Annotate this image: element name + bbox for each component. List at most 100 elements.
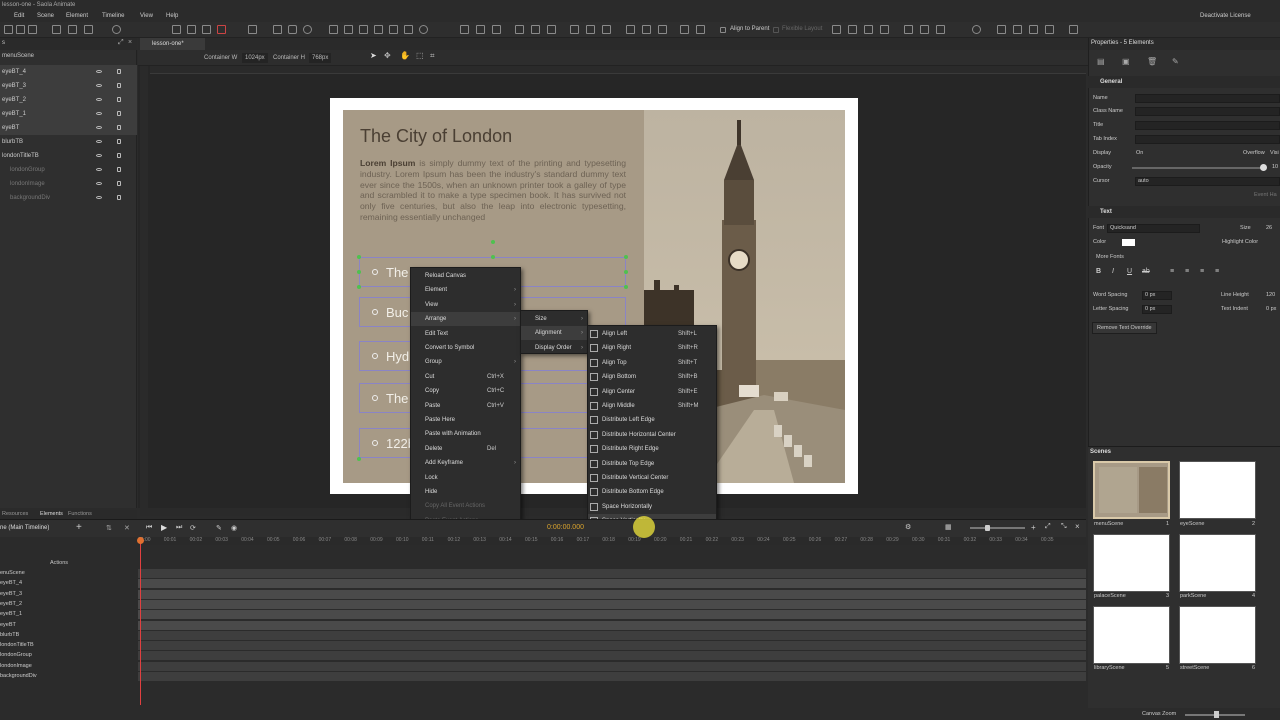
send-back-icon[interactable] — [880, 25, 889, 34]
layer-row[interactable]: eyeBT — [0, 121, 137, 135]
color-swatch[interactable] — [1122, 239, 1135, 246]
crop-tool-icon[interactable]: ⬚ — [416, 51, 424, 61]
timeline-row[interactable]: londonTitleTB — [0, 640, 1086, 651]
resize-handle[interactable] — [491, 255, 495, 259]
match-size-icon[interactable] — [696, 25, 705, 34]
align-to-parent-checkbox[interactable] — [720, 27, 726, 33]
tab-elements[interactable]: Elements — [40, 511, 63, 517]
line-height-input[interactable]: 120 — [1266, 292, 1275, 298]
class-name-input[interactable] — [1135, 107, 1280, 116]
close-icon[interactable]: × — [128, 39, 132, 46]
resize-handle[interactable] — [357, 457, 361, 461]
timeline-track[interactable] — [138, 630, 1086, 640]
text-align-right-icon[interactable]: ≡ — [1200, 268, 1204, 275]
menu-item[interactable]: Distribute Bottom Edge — [588, 485, 716, 499]
resize-handle[interactable] — [624, 285, 628, 289]
timeline-expand-icon[interactable]: ⤢ — [1045, 523, 1051, 531]
remove-text-override-button[interactable]: Remove Text Override — [1092, 322, 1157, 334]
opacity-slider[interactable] — [1132, 167, 1262, 169]
italic-button[interactable]: I — [1112, 268, 1114, 275]
visibility-eye-icon[interactable] — [96, 98, 102, 101]
menu-item[interactable]: Alignment › — [521, 326, 587, 341]
menu-item[interactable]: Size › — [521, 312, 587, 326]
menu-item[interactable]: Paste Ctrl+V — [411, 399, 520, 413]
open-icon[interactable] — [16, 25, 25, 34]
align-bottom-icon[interactable] — [547, 25, 556, 34]
transform-tool-icon[interactable]: ✥ — [384, 51, 391, 61]
layout-icon[interactable] — [1069, 25, 1078, 34]
align-center-icon[interactable] — [476, 25, 485, 34]
menu-item[interactable]: Align Left Shift+L — [588, 327, 716, 341]
group-icon[interactable] — [904, 25, 913, 34]
image-icon[interactable] — [344, 25, 353, 34]
font-select[interactable]: Quicksand — [1107, 224, 1200, 233]
pencil-icon[interactable]: ✎ — [216, 524, 222, 532]
lock-icon[interactable] — [936, 25, 945, 34]
menu-timeline[interactable]: Timeline — [102, 11, 124, 22]
tab-functions[interactable]: Functions — [68, 511, 92, 517]
timeline-zoom-knob[interactable] — [985, 525, 990, 531]
preview-icon[interactable] — [52, 25, 61, 34]
timeline-zoom-in[interactable]: + — [1031, 523, 1036, 532]
visibility-eye-icon[interactable] — [96, 168, 102, 171]
menu-item[interactable]: Align Bottom Shift+B — [588, 370, 716, 384]
distribute-v-icon[interactable] — [586, 25, 595, 34]
text-section[interactable]: Text — [1088, 206, 1280, 218]
playhead[interactable] — [140, 537, 141, 705]
space-h-icon[interactable] — [626, 25, 635, 34]
container-height-input[interactable]: 768px — [309, 53, 332, 63]
match-height-icon[interactable] — [680, 25, 689, 34]
select-icon[interactable] — [248, 25, 257, 34]
rotate-handle[interactable] — [491, 240, 495, 244]
zoom-icon[interactable] — [1013, 25, 1022, 34]
align-right-icon[interactable] — [492, 25, 501, 34]
scene-thumb-palaceScene[interactable] — [1093, 534, 1170, 592]
menu-item[interactable]: Copy Ctrl+C — [411, 384, 520, 398]
visibility-eye-icon[interactable] — [96, 112, 102, 115]
lock-icon[interactable] — [117, 125, 121, 130]
lock-icon[interactable] — [117, 83, 121, 88]
scene-thumb-libraryScene[interactable] — [1093, 606, 1170, 664]
text-justify-icon[interactable]: ≡ — [1215, 268, 1219, 275]
visibility-eye-icon[interactable] — [96, 70, 102, 73]
tab-resources[interactable]: Resources — [2, 511, 28, 517]
lock-icon[interactable] — [117, 153, 121, 158]
layer-row[interactable]: eyeBT_2 — [0, 93, 137, 107]
cut-icon[interactable] — [172, 25, 181, 34]
visibility-eye-icon[interactable] — [96, 126, 102, 129]
menu-item[interactable]: Add Keyframe › — [411, 456, 520, 470]
visibility-eye-icon[interactable] — [96, 84, 102, 87]
align-middle-icon[interactable] — [531, 25, 540, 34]
strike-button[interactable]: ab — [1142, 268, 1150, 275]
menu-element[interactable]: Element — [66, 11, 88, 22]
timeline-row[interactable]: londonGroup — [0, 650, 1086, 661]
rounded-rect-icon[interactable] — [288, 25, 297, 34]
menu-item[interactable]: Hide — [411, 485, 520, 499]
document-tab[interactable]: lesson-one* — [140, 38, 205, 50]
menu-item[interactable]: Edit Text — [411, 327, 520, 341]
menu-item[interactable]: Align Right Shift+R — [588, 341, 716, 355]
expand-icon[interactable]: ⤢ — [118, 39, 124, 47]
space-v-icon[interactable] — [642, 25, 651, 34]
timeline-close-icon[interactable]: × — [1075, 522, 1080, 531]
title-input[interactable] — [1135, 121, 1280, 130]
timeline-track[interactable] — [138, 589, 1086, 599]
menu-item[interactable]: Space Horizontally — [588, 500, 716, 514]
timeline-track[interactable] — [138, 610, 1086, 620]
timeline-zoom-slider[interactable] — [970, 527, 1025, 529]
menu-item[interactable]: Reload Canvas — [411, 269, 520, 283]
align-top-icon[interactable] — [515, 25, 524, 34]
add-timeline-button[interactable]: + — [76, 522, 82, 533]
canvas-zoom-knob[interactable] — [1214, 711, 1219, 718]
menu-item[interactable]: Align Top Shift+T — [588, 356, 716, 370]
text-align-center-icon[interactable]: ≡ — [1185, 268, 1189, 275]
html-widget-icon[interactable] — [389, 25, 398, 34]
menu-item[interactable]: Distribute Top Edge — [588, 457, 716, 471]
hand-tool-icon[interactable]: ✋ — [400, 51, 410, 61]
resize-handle[interactable] — [357, 255, 361, 259]
timeline-row[interactable]: eyeBT_1 — [0, 609, 1086, 620]
menu-item[interactable]: Distribute Horizontal Center — [588, 428, 716, 442]
london-title[interactable]: The City of London — [360, 126, 512, 147]
prop-tab-tools-icon[interactable]: ✎ — [1172, 57, 1179, 66]
flexible-layout-checkbox[interactable] — [773, 27, 779, 33]
